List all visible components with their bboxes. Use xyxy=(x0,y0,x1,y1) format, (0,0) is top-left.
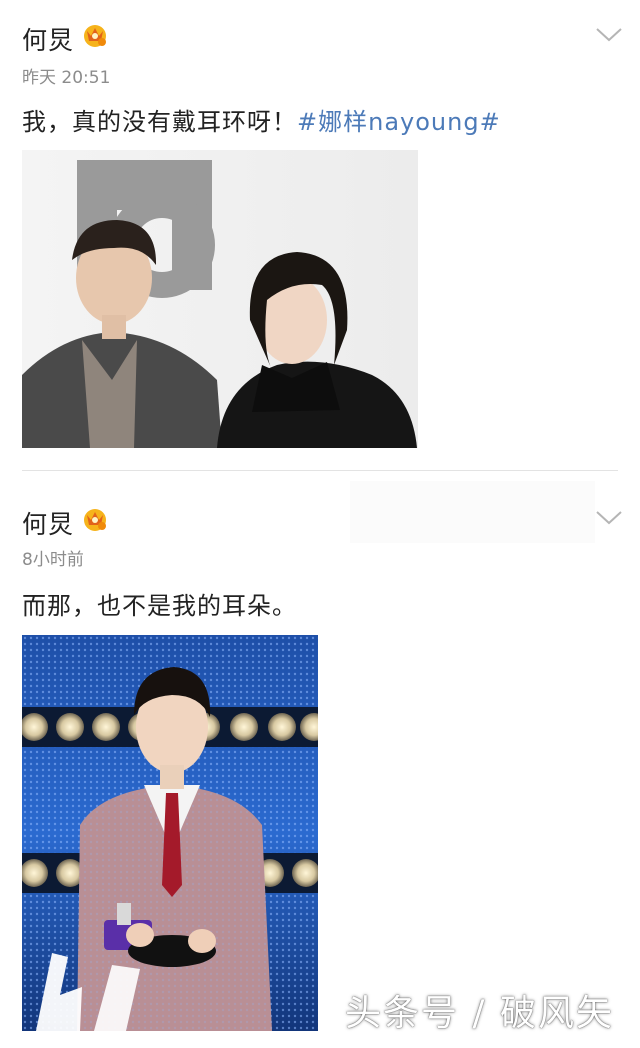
faded-overlay xyxy=(350,481,595,543)
post-text-body: 我，真的没有戴耳环呀！ xyxy=(22,108,297,136)
post-photo[interactable] xyxy=(22,635,318,1031)
crown-badge-icon xyxy=(84,509,106,531)
chevron-down-icon[interactable] xyxy=(596,511,622,525)
post-time: 昨天 20:51 xyxy=(22,68,111,88)
crown-badge-icon xyxy=(84,25,106,47)
author-name[interactable]: 何炅 xyxy=(22,505,74,541)
hashtag-link[interactable]: #娜样nayoung# xyxy=(297,108,501,136)
photo-image xyxy=(22,150,418,448)
chevron-down-icon[interactable] xyxy=(596,28,622,42)
author-name[interactable]: 何炅 xyxy=(22,21,74,57)
weibo-post-1: 何炅 昨天 20:51 我，真的没有戴耳环呀！#娜样nayoung# xyxy=(0,0,640,470)
weibo-post-2: 何炅 8小时前 而那，也不是我的耳朵。 头条号 / 破风矢 xyxy=(0,471,640,1048)
photo-image xyxy=(22,635,318,1031)
post-text: 我，真的没有戴耳环呀！#娜样nayoung# xyxy=(22,102,501,137)
watermark-text: 头条号 / 破风矢 xyxy=(344,993,614,1034)
post-photo[interactable] xyxy=(22,150,418,448)
post-text: 而那，也不是我的耳朵。 xyxy=(22,592,297,620)
post-time: 8小时前 xyxy=(22,550,84,570)
